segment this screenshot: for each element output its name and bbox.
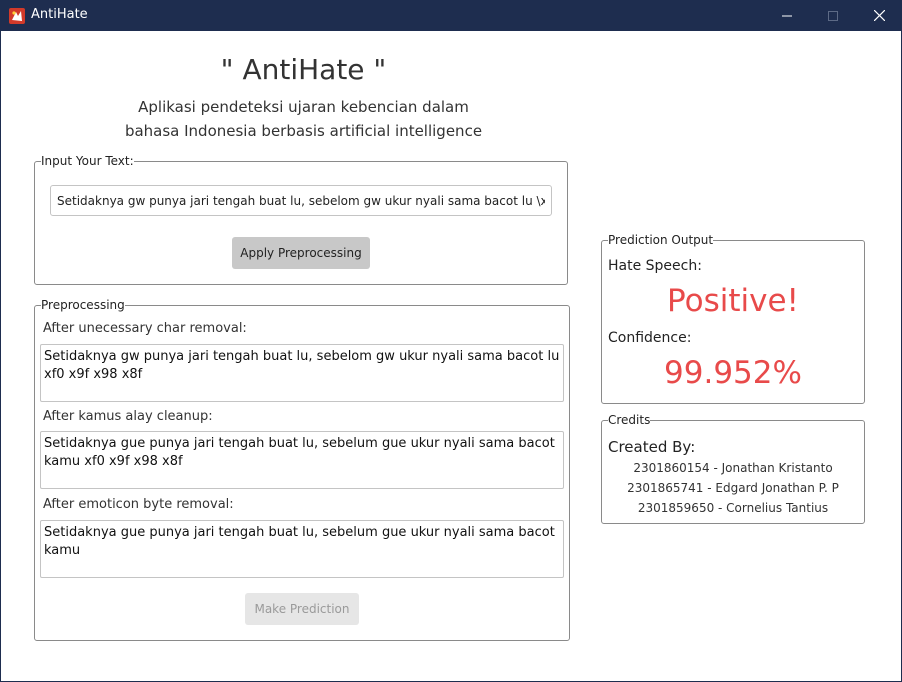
credit-person-2: 2301865741 - Edgard Jonathan P. P xyxy=(627,481,839,495)
step-emoticon-removal-output[interactable]: Setidaknya gue punya jari tengah buat lu… xyxy=(40,520,564,578)
credit-person-1: 2301860154 - Jonathan Kristanto xyxy=(633,461,833,475)
minimize-button[interactable] xyxy=(764,0,810,31)
window-title: AntiHate xyxy=(31,7,88,22)
confidence-label: Confidence: xyxy=(608,330,692,346)
prediction-group-legend: Prediction Output xyxy=(608,233,714,247)
credits-group-legend: Credits xyxy=(608,413,651,427)
step-emoticon-removal-label: After emoticon byte removal: xyxy=(43,497,234,512)
confidence-value: 99.952% xyxy=(664,355,802,391)
page-title: " AntiHate " xyxy=(220,53,387,86)
app-content: " AntiHate " Aplikasi pendeteksi ujaran … xyxy=(1,31,901,681)
step-char-removal-label: After unecessary char removal: xyxy=(43,321,247,336)
credit-person-3: 2301859650 - Cornelius Tantius xyxy=(637,501,829,515)
step-char-removal-output[interactable]: Setidaknya gw punya jari tengah buat lu,… xyxy=(40,344,564,402)
subtitle-line-2: bahasa Indonesia berbasis artificial int… xyxy=(124,122,483,140)
make-prediction-button[interactable]: Make Prediction xyxy=(245,593,359,625)
hate-speech-label: Hate Speech: xyxy=(608,258,702,274)
preprocessing-group-legend: Preprocessing xyxy=(41,298,125,312)
maximize-button[interactable] xyxy=(810,0,856,31)
apply-preprocessing-button[interactable]: Apply Preprocessing xyxy=(232,237,370,269)
subtitle-line-1: Aplikasi pendeteksi ujaran kebencian dal… xyxy=(138,98,469,116)
input-group-legend: Input Your Text: xyxy=(41,154,134,168)
created-by-label: Created By: xyxy=(608,438,696,456)
close-icon xyxy=(873,10,885,21)
close-button[interactable] xyxy=(856,0,902,31)
minimize-icon xyxy=(782,15,792,16)
app-logo-icon xyxy=(9,8,25,24)
step-alay-cleanup-output[interactable]: Setidaknya gue punya jari tengah buat lu… xyxy=(40,431,564,489)
step-alay-cleanup-label: After kamus alay cleanup: xyxy=(43,409,213,424)
maximize-icon xyxy=(828,10,838,21)
app-window: AntiHate " AntiHate " Aplikasi pendeteks… xyxy=(0,0,902,682)
hate-speech-value: Positive! xyxy=(667,283,799,319)
title-bar[interactable]: AntiHate xyxy=(0,0,902,31)
input-text-field[interactable] xyxy=(50,185,552,216)
